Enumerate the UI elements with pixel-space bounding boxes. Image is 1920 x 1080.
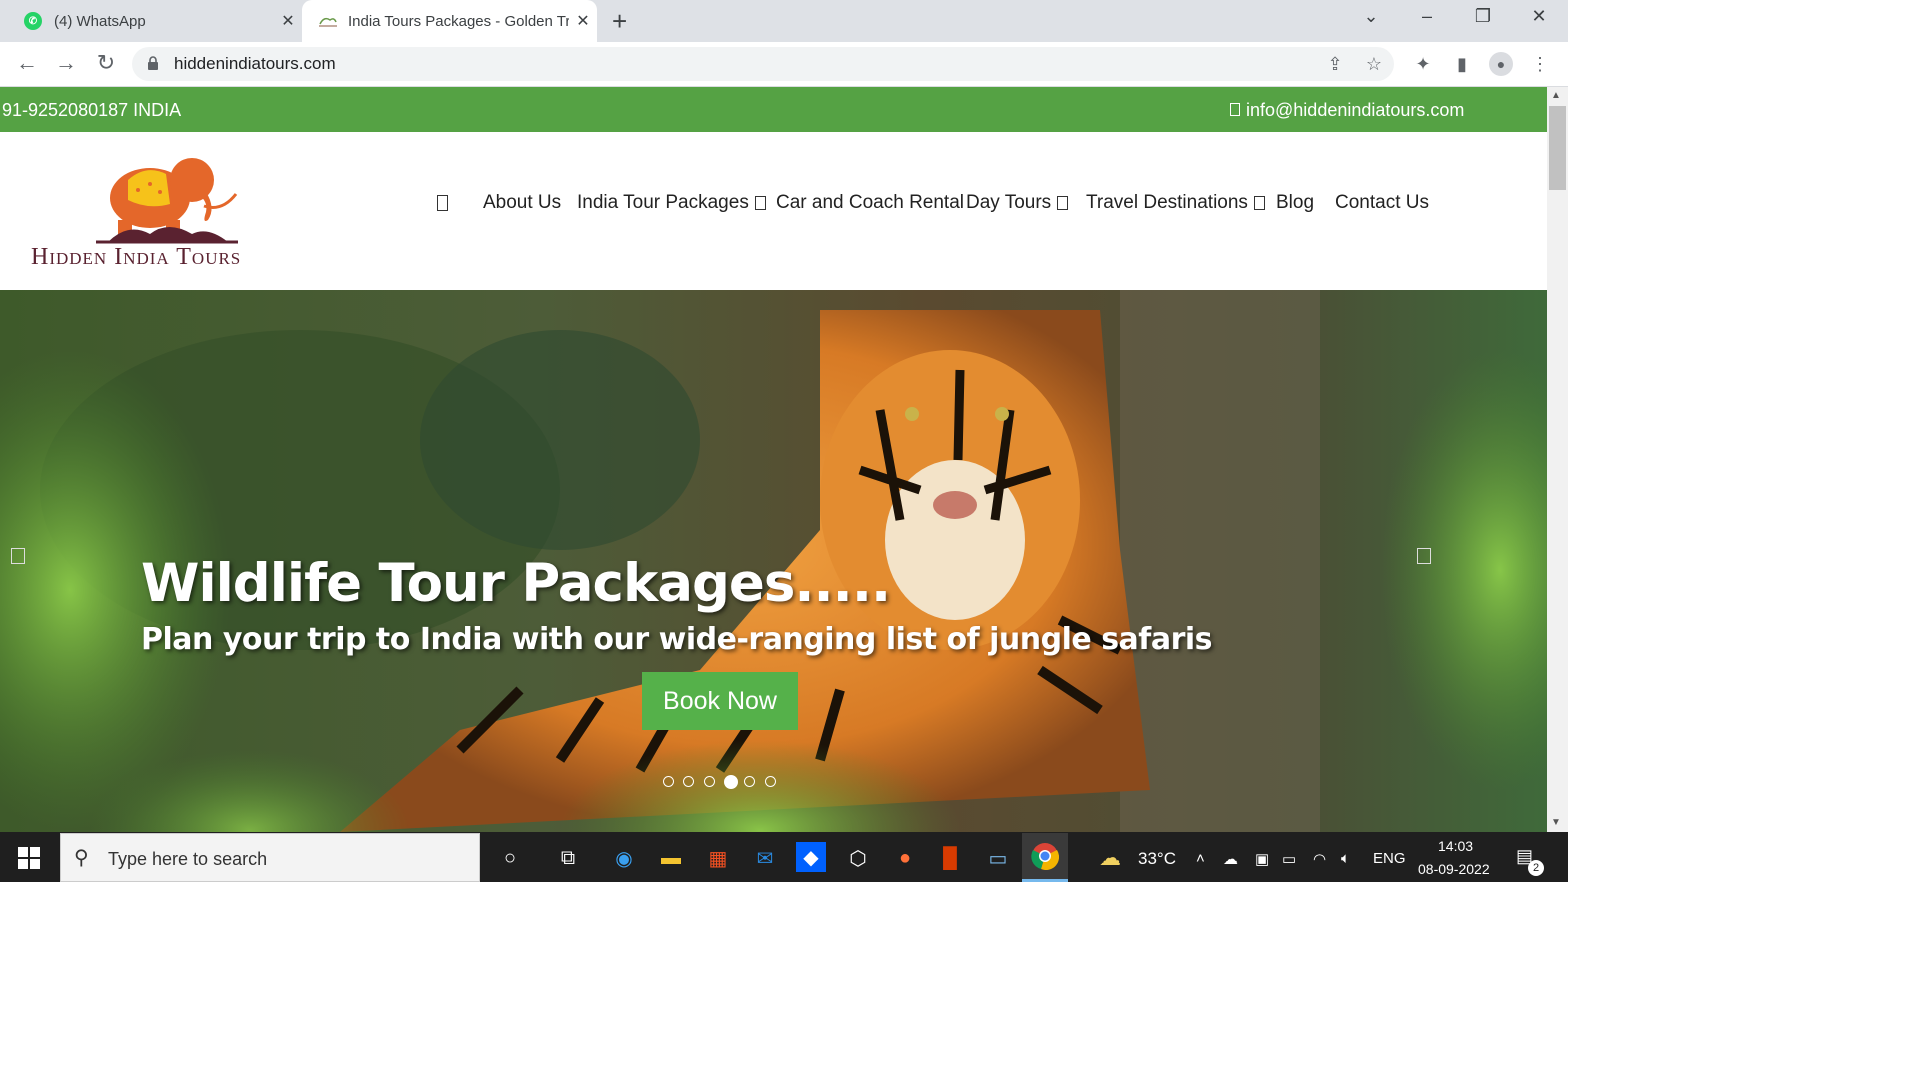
wifi-icon[interactable]: ◠: [1313, 850, 1326, 868]
weather-temperature[interactable]: 33°C: [1138, 849, 1176, 869]
task-view-icon[interactable]: ⧉: [552, 842, 584, 874]
lock-icon[interactable]: [147, 56, 159, 71]
whatsapp-icon: ✆: [24, 12, 42, 30]
nav-travel-destinations[interactable]: Travel Destinations: [1086, 192, 1265, 214]
clock-time[interactable]: 14:03: [1438, 838, 1473, 854]
close-tab-icon[interactable]: ✕: [569, 11, 597, 31]
hero-title: Wildlife Tour Packages.....: [141, 553, 891, 614]
nav-label: Day Tours: [966, 192, 1052, 213]
url-text[interactable]: hiddenindiatours.com: [174, 54, 336, 74]
tab-title: India Tours Packages - Golden Tri: [348, 12, 569, 30]
phone-number[interactable]: 91-9252080187 INDIA: [2, 100, 181, 121]
chrome-taskbar-button[interactable]: [1022, 833, 1068, 882]
side-panel-icon[interactable]: ▮: [1450, 52, 1474, 76]
laptop-icon[interactable]: ▭: [982, 842, 1014, 874]
cortana-icon[interactable]: ○: [494, 842, 526, 874]
scroll-up-icon[interactable]: ▲: [1551, 90, 1561, 101]
nav-india-tour-packages[interactable]: India Tour Packages: [577, 192, 766, 214]
chrome-icon: [1031, 843, 1060, 871]
file-explorer-icon[interactable]: ▬: [655, 842, 687, 874]
slider-dot[interactable]: [703, 776, 715, 787]
home-icon[interactable]: [437, 192, 448, 214]
dropdown-icon: [754, 195, 766, 210]
minimize-icon[interactable]: –: [1412, 6, 1442, 27]
notification-count-badge: 2: [1528, 860, 1544, 876]
page-scrollbar[interactable]: [1547, 87, 1568, 832]
email-link[interactable]: info@hiddenindiatours.com: [1230, 100, 1464, 121]
reload-icon[interactable]: ↻: [91, 50, 121, 76]
close-tab-icon[interactable]: ✕: [274, 11, 302, 31]
extensions-icon[interactable]: ✦: [1411, 52, 1435, 76]
nav-day-tours[interactable]: Day Tours: [966, 192, 1069, 214]
logo-wordmark[interactable]: Hidden India Tours: [31, 244, 241, 271]
envelope-icon: [1230, 103, 1240, 116]
clock-date[interactable]: 08-09-2022: [1418, 861, 1490, 877]
nav-label: India Tour Packages: [577, 192, 749, 213]
book-now-button[interactable]: Book Now: [642, 672, 798, 730]
slider-prev-icon[interactable]: [11, 548, 25, 564]
scroll-down-icon[interactable]: ▼: [1551, 817, 1561, 828]
hero-subtitle: Plan your trip to India with our wide-ra…: [141, 622, 1213, 657]
back-icon[interactable]: ←: [12, 50, 42, 76]
slider-dot[interactable]: [663, 776, 674, 787]
tab-title: (4) WhatsApp: [54, 12, 146, 30]
nav-label: Travel Destinations: [1086, 192, 1248, 213]
nav-blog[interactable]: Blog: [1276, 192, 1314, 214]
restore-icon[interactable]: ❐: [1468, 6, 1498, 27]
forward-icon[interactable]: →: [51, 50, 81, 76]
nav-contact-us[interactable]: Contact Us: [1335, 192, 1429, 214]
mail-icon[interactable]: ✉: [749, 842, 781, 874]
microsoft-store-icon[interactable]: ▦: [702, 842, 734, 874]
menu-kebab-icon[interactable]: ⋮: [1528, 52, 1552, 76]
edge-icon[interactable]: ◉: [608, 842, 640, 874]
slider-next-icon[interactable]: [1417, 548, 1431, 564]
battery-icon[interactable]: ▭: [1282, 850, 1296, 868]
close-window-icon[interactable]: ✕: [1524, 6, 1554, 27]
tab-search-chevron-icon[interactable]: ⌄: [1356, 6, 1386, 27]
tab-whatsapp[interactable]: ✆ (4) WhatsApp ✕: [10, 0, 302, 42]
bookmark-star-icon[interactable]: ☆: [1362, 52, 1386, 76]
slider-dot[interactable]: [723, 775, 738, 789]
scrollbar-thumb[interactable]: [1549, 106, 1566, 190]
office-icon[interactable]: ▉: [935, 842, 967, 874]
tab-hidden-india-tours[interactable]: India Tours Packages - Golden Tri ✕: [302, 0, 597, 42]
share-icon[interactable]: ⇪: [1323, 52, 1347, 76]
app-icon[interactable]: ⬡: [842, 842, 874, 874]
email-text: info@hiddenindiatours.com: [1246, 100, 1465, 120]
onedrive-icon[interactable]: ☁: [1223, 850, 1238, 868]
dropdown-icon: [1057, 195, 1069, 210]
search-icon: ⚲: [74, 847, 89, 869]
dropbox-icon[interactable]: ◆: [796, 842, 826, 872]
weather-icon[interactable]: ☁: [1099, 845, 1121, 871]
nav-about-us[interactable]: About Us: [483, 192, 561, 214]
firefox-icon[interactable]: ●: [889, 842, 921, 874]
meet-now-icon[interactable]: ▣: [1255, 850, 1269, 868]
new-tab-icon[interactable]: +: [612, 6, 627, 37]
show-hidden-icons-icon[interactable]: ˄: [1196, 850, 1205, 867]
slider-dot[interactable]: [764, 776, 776, 787]
language-indicator[interactable]: ENG: [1373, 850, 1406, 867]
elephant-logo-icon[interactable]: [88, 150, 240, 244]
volume-icon[interactable]: 🔈︎: [1341, 850, 1350, 867]
site-favicon-icon: [319, 17, 337, 27]
dropdown-icon: [1253, 195, 1265, 210]
windows-start-icon[interactable]: [18, 847, 40, 869]
nav-car-and-coach-rental[interactable]: Car and Coach Rental: [776, 192, 964, 214]
taskbar-search-placeholder[interactable]: Type here to search: [108, 849, 267, 870]
profile-avatar-icon[interactable]: ●: [1489, 52, 1513, 76]
